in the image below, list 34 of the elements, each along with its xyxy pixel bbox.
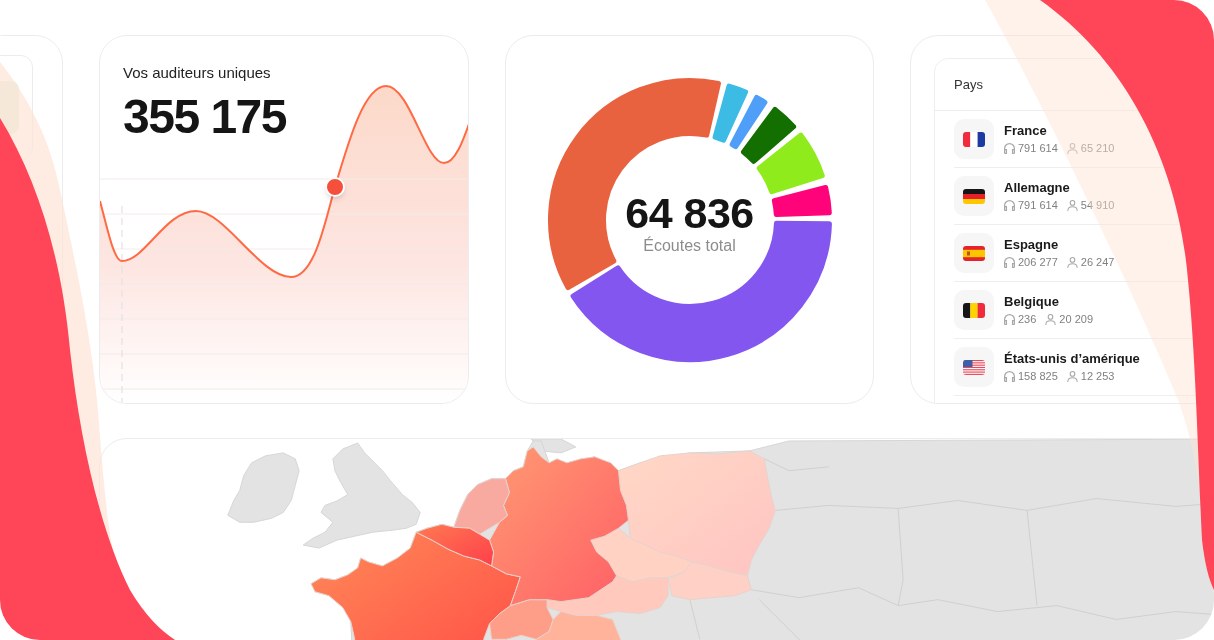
person-icon [1045,314,1057,325]
card-title: Vos auditeurs uniques [123,63,271,83]
listeners-count: 20 209 [1059,313,1093,326]
flag-icon [954,119,994,159]
country-name: États-unis d’amérique [1004,351,1140,367]
person-icon [1066,143,1078,154]
flag-icon [954,347,994,387]
country-name: France [1004,123,1047,139]
plays-count: 236 [1018,313,1037,326]
flag-icon [954,290,994,330]
plays-count: 158 825 [1018,370,1058,383]
headphones-icon [1004,371,1015,382]
listeners-count: 65 210 [1080,142,1115,155]
country-name: Allemagne [1004,180,1070,196]
flag-icon [954,176,994,216]
listeners-count: 54 910 [1080,199,1115,212]
headphones-icon [1004,314,1015,325]
listeners-count: 26 247 [1080,256,1115,269]
country-name: Espagne [1004,237,1059,253]
headphones-icon [1004,200,1015,211]
person-icon [1066,371,1078,382]
person-icon [1066,200,1078,211]
plays-count: 791 614 [1018,142,1058,155]
plays-count: 206 277 [1018,256,1058,269]
listeners-count: 12 253 [1080,370,1115,383]
flag-icon [954,233,994,273]
listener-count: 355 175 [123,91,286,143]
plays-count: 791 614 [1018,199,1058,212]
headphones-icon [1004,143,1015,154]
point-marker-icon [325,177,345,197]
panel-header: Pays [954,75,983,94]
person-icon [1066,257,1078,268]
country-name: Belgique [1004,294,1059,310]
headphones-icon [1004,257,1015,268]
